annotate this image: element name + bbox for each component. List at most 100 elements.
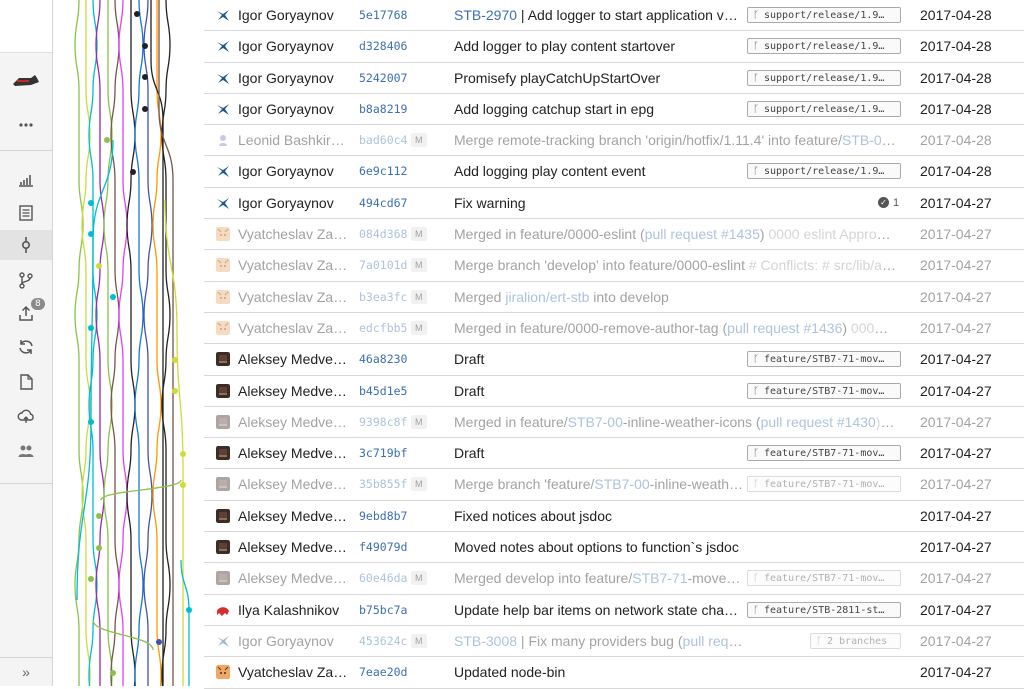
commit-row[interactable]: Vyatcheslav Za… 7a0101d M Merge branch 'dev… <box>204 250 1024 282</box>
commit-row[interactable]: Aleksey Medve… 60e46da M Merged develop int… <box>204 563 1024 595</box>
sidebar-item-more[interactable] <box>0 110 52 140</box>
commit-message[interactable]: Fixed notices about jsdoc <box>454 501 896 531</box>
commit-node[interactable] <box>130 169 136 175</box>
commit-row[interactable]: Ilya Kalashnikov b75bc7a Update help bar i… <box>204 595 1024 626</box>
commit-node[interactable] <box>180 451 186 457</box>
commit-node[interactable] <box>186 607 192 613</box>
commit-node[interactable] <box>142 43 148 49</box>
commit-row[interactable]: Igor Goryaynov 5242007 Promisefy playCatch… <box>204 63 1024 94</box>
commit-row[interactable]: Igor Goryaynov 494cd67 Fix warning ✓ 1 2017-0… <box>204 188 1024 220</box>
commit-row[interactable]: Vyatcheslav Za… 084d368 M Merged in feature… <box>204 219 1024 251</box>
branch-label[interactable]: ᚴ feature/STB7-71-mov… <box>747 445 901 462</box>
commit-message[interactable]: Add logger to play content startover <box>454 31 744 61</box>
commit-sha-link[interactable]: b3ea3fc <box>359 282 407 312</box>
build-status[interactable]: ✓ 1 <box>878 188 899 218</box>
branch-label[interactable]: ᚴ support/release/1.9… <box>747 38 901 55</box>
commit-row[interactable]: Igor Goryaynov b8a8219 Add logging catchup… <box>204 94 1024 126</box>
branch-label[interactable]: ᚴ support/release/1.9… <box>747 100 901 117</box>
branch-label[interactable]: ᚴ support/release/1.9… <box>747 69 901 86</box>
expand-sidebar-button[interactable]: » <box>0 657 52 686</box>
branch-label[interactable]: ᚴ feature/STB-2811-st… <box>747 601 901 618</box>
commit-row[interactable]: Vyatcheslav Za… edcfbb5 M Merged in feature… <box>204 313 1024 345</box>
branch-label[interactable]: ᚴ feature/STB7-71-mov… <box>747 351 901 368</box>
message-link[interactable]: STB7-71 <box>632 570 687 586</box>
commit-row[interactable]: Aleksey Medve… 35b855f M Merge branch 'feat… <box>204 469 1024 501</box>
branch-label[interactable]: ᚴ feature/STB7-71-mov… <box>747 476 901 493</box>
commit-sha-link[interactable]: d328406 <box>359 31 407 61</box>
commit-sha-link[interactable]: 7a0101d <box>359 250 407 280</box>
commit-message[interactable]: Draft <box>454 438 744 468</box>
commit-row[interactable]: Vyatcheslav Za… 7eae20d Updated node-bin 20… <box>204 657 1024 689</box>
commit-node[interactable] <box>96 513 102 519</box>
commit-node[interactable] <box>172 388 178 394</box>
commit-node[interactable] <box>88 200 94 206</box>
message-link[interactable]: STB-3008 <box>454 633 517 649</box>
commit-message[interactable]: Update help bar items on network state c… <box>454 595 744 625</box>
commit-sha-link[interactable]: 5242007 <box>359 63 407 93</box>
commit-message[interactable]: Updated node-bin <box>454 657 896 687</box>
commit-node[interactable] <box>88 325 94 331</box>
commit-node[interactable] <box>156 639 162 645</box>
commit-message[interactable]: Add logging catchup start in epg <box>454 94 744 124</box>
commit-row[interactable]: Aleksey Medve… f49079d Moved notes about o… <box>204 532 1024 564</box>
commit-node[interactable] <box>134 11 140 17</box>
sidebar-item-cloud[interactable] <box>0 401 52 431</box>
commit-sha-link[interactable]: 084d368 <box>359 219 407 249</box>
branches-label[interactable]: ᚴ 2 branches <box>810 632 901 649</box>
commit-message[interactable]: Fix warning <box>454 188 744 218</box>
commit-message[interactable]: Merged develop into feature/STB7-71-move… <box>454 563 744 593</box>
commit-node[interactable] <box>104 137 110 143</box>
commit-node[interactable] <box>180 482 186 488</box>
commit-sha-link[interactable]: 3c719bf <box>359 438 407 468</box>
commit-sha-link[interactable]: f49079d <box>359 532 407 562</box>
commit-sha-link[interactable]: b75bc7a <box>359 595 407 625</box>
commit-row[interactable]: Igor Goryaynov d328406 Add logger to play … <box>204 31 1024 63</box>
commit-sha-link[interactable]: 9398c8f <box>359 407 407 437</box>
commit-sha-link[interactable]: 494cd67 <box>359 188 407 218</box>
sidebar-item-commits[interactable] <box>0 230 52 260</box>
commit-message[interactable]: Draft <box>454 376 744 406</box>
message-link[interactable]: pull request #1435 <box>645 226 760 242</box>
message-link[interactable]: STB7-00 <box>568 414 623 430</box>
commit-sha-link[interactable]: edcfbb5 <box>359 313 407 343</box>
sidebar-item-files[interactable] <box>0 198 52 228</box>
commit-message[interactable]: Merged in feature/0000-eslint (pull requ… <box>454 219 896 249</box>
message-link[interactable]: STB-2970 <box>454 7 517 23</box>
commit-message[interactable]: STB-2970 | Add logger to start applicati… <box>454 0 744 30</box>
message-link[interactable]: pull request #1430 <box>761 414 876 430</box>
message-link[interactable]: pull request #1436 <box>727 320 842 336</box>
commit-row[interactable]: Aleksey Medve… b45d1e5 Draft ᚴ feature/STB7-… <box>204 376 1024 407</box>
commit-node[interactable] <box>88 576 94 582</box>
commit-sha-link[interactable]: 453624c <box>359 626 407 656</box>
sidebar-item-sync[interactable] <box>0 332 52 362</box>
commit-sha-link[interactable]: 7eae20d <box>359 657 407 687</box>
commit-sha-link[interactable]: b8a8219 <box>359 94 407 124</box>
commit-node[interactable] <box>96 263 102 269</box>
commit-message[interactable]: Merged jiralion/ert-stb into develop <box>454 282 896 312</box>
commit-node[interactable] <box>88 419 94 425</box>
message-link[interactable]: jiralion/ert-stb <box>505 289 589 305</box>
commit-message[interactable]: Draft <box>454 344 744 374</box>
commit-message[interactable]: Merge branch 'develop' into feature/0000… <box>454 250 896 280</box>
branch-label[interactable]: ᚴ support/release/1.9… <box>747 7 901 23</box>
sidebar-item-team[interactable] <box>0 435 52 465</box>
message-link[interactable]: STB7-00 <box>594 476 649 492</box>
commit-row[interactable]: Igor Goryaynov 6e9c112 Add logging play co… <box>204 156 1024 188</box>
commit-message[interactable]: STB-3008 | Fix many providers bug (pull … <box>454 626 744 656</box>
commit-node[interactable] <box>88 231 94 237</box>
commit-message[interactable]: Merge remote-tracking branch 'origin/hot… <box>454 125 896 155</box>
commit-sha-link[interactable]: bad60c4 <box>359 125 407 155</box>
commit-row[interactable]: Igor Goryaynov 5e17768 STB-2970 | Add logg… <box>204 0 1024 32</box>
commit-row[interactable]: Aleksey Medve… 9398c8f M Merged in feature/… <box>204 407 1024 439</box>
commit-row[interactable]: Aleksey Medve… 9ebd8b7 Fixed notices about… <box>204 501 1024 533</box>
commit-row[interactable]: Aleksey Medve… 3c719bf Draft ᚴ feature/STB7-… <box>204 438 1024 470</box>
commit-sha-link[interactable]: 60e46da <box>359 563 407 593</box>
commit-sha-link[interactable]: 46a8230 <box>359 344 407 374</box>
sidebar-item-branches[interactable] <box>0 265 52 295</box>
message-link[interactable]: STB-000… <box>842 132 896 148</box>
branch-label[interactable]: ᚴ feature/STB7-71-mov… <box>747 570 901 587</box>
repo-avatar[interactable] <box>0 0 52 53</box>
commit-message[interactable]: Merged in feature/0000-remove-author-tag… <box>454 313 896 343</box>
commit-message[interactable]: Add logging play content event <box>454 156 744 186</box>
commit-message[interactable]: Promisefy playCatchUpStartOver <box>454 63 744 93</box>
